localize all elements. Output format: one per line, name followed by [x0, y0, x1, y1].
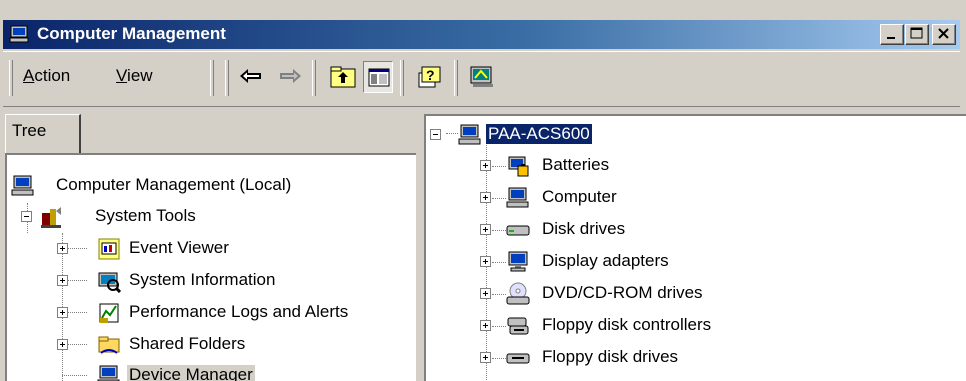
expand-icon[interactable]	[57, 339, 68, 350]
maximize-icon	[910, 27, 923, 39]
up-one-level-button[interactable]	[328, 61, 358, 93]
help-icon: ?	[418, 66, 441, 88]
tree-connector	[446, 133, 458, 135]
tree-connector	[67, 312, 87, 314]
tab-tree-label: Tree	[12, 121, 47, 140]
tree-node-label: System Tools	[95, 206, 196, 225]
expand-icon[interactable]	[57, 307, 68, 318]
menu-view-mnemonic: V	[116, 66, 128, 85]
performance-logs-icon	[97, 301, 121, 325]
computer-management-window: Computer Management Action View ? Tree C…	[0, 0, 966, 381]
device-manager-icon	[97, 364, 121, 381]
computer-icon	[458, 123, 482, 147]
tree-connector	[492, 166, 506, 168]
batteries-icon	[506, 154, 530, 178]
tree-connector	[492, 294, 506, 296]
back-arrow-icon	[240, 69, 261, 83]
menu-action[interactable]: Action	[23, 66, 70, 86]
tree-connector	[67, 248, 87, 250]
expand-icon[interactable]	[480, 224, 491, 235]
cdrom-icon	[506, 282, 530, 306]
console-tree-pane[interactable]: Computer Management (Local) System Tools…	[5, 153, 416, 381]
tree-node-label: Event Viewer	[129, 238, 229, 257]
toolbar-grip[interactable]	[210, 60, 214, 96]
floppy-controller-icon	[506, 314, 530, 338]
up-folder-icon	[330, 66, 356, 88]
menu-view[interactable]: View	[116, 66, 153, 86]
tree-node-label: Shared Folders	[129, 334, 246, 353]
computer-icon	[11, 174, 35, 198]
svg-text:?: ?	[426, 67, 435, 83]
computer-icon	[506, 186, 530, 210]
device-category-label: Disk drives	[542, 219, 626, 238]
device-category-label: Floppy disk drives	[542, 347, 679, 366]
expand-icon[interactable]	[57, 243, 68, 254]
device-category-label: Display adapters	[542, 251, 669, 270]
expand-icon[interactable]	[480, 288, 491, 299]
expand-icon[interactable]	[57, 275, 68, 286]
collapse-icon[interactable]	[430, 129, 441, 140]
maximize-button[interactable]	[905, 24, 929, 45]
minimize-icon	[887, 37, 895, 39]
tree-connector	[67, 280, 87, 282]
menu-action-label: ction	[34, 66, 71, 85]
menu-view-label: iew	[127, 66, 153, 85]
close-icon	[938, 28, 949, 39]
forward-button[interactable]	[275, 61, 305, 93]
tree-connector	[492, 262, 506, 264]
toolbar-separator	[400, 60, 404, 96]
tree-connector	[62, 375, 87, 377]
title-bar[interactable]: Computer Management	[3, 20, 960, 49]
device-manager-toolbar-button[interactable]	[467, 61, 497, 93]
event-viewer-icon	[97, 237, 121, 261]
expand-icon[interactable]	[480, 352, 491, 363]
device-tree-pane[interactable]: PAA-ACS600 Batteries Computer Disk drive…	[424, 114, 966, 381]
help-button[interactable]: ?	[415, 61, 445, 93]
minimize-button[interactable]	[880, 24, 904, 45]
device-root-label: PAA-ACS600	[485, 123, 593, 145]
toolbar-separator	[312, 60, 316, 96]
toolbar: Action View ?	[3, 51, 960, 107]
tree-node-label: Performance Logs and Alerts	[129, 302, 349, 321]
toolbar-separator	[454, 60, 458, 96]
tree-node-label: Device Manager	[127, 365, 255, 381]
display-adapter-icon	[506, 250, 530, 274]
tree-connector	[492, 358, 506, 360]
device-category-label: Batteries	[542, 155, 610, 174]
device-category-label: Floppy disk controllers	[542, 315, 712, 334]
device-manager-toolbar-icon	[470, 66, 493, 87]
show-hide-tree-button[interactable]	[363, 61, 393, 93]
tree-node-label: System Information	[129, 270, 276, 289]
collapse-icon[interactable]	[21, 211, 32, 222]
tree-connector	[492, 198, 506, 200]
system-information-icon	[97, 269, 122, 294]
tab-tree[interactable]: Tree	[5, 114, 81, 154]
device-category-label: Computer	[542, 187, 617, 206]
forward-arrow-icon	[280, 69, 301, 83]
tree-node-label: Computer Management (Local)	[56, 175, 292, 194]
system-tools-icon	[39, 205, 63, 229]
toolbar-grip[interactable]	[9, 60, 13, 96]
toolbar-separator	[225, 60, 229, 96]
expand-icon[interactable]	[480, 192, 491, 203]
close-button[interactable]	[932, 24, 956, 45]
tree-connector	[492, 326, 506, 328]
tree-connector	[492, 230, 506, 232]
show-hide-tree-icon	[368, 68, 390, 87]
tree-connector	[67, 344, 87, 346]
shared-folders-icon	[97, 333, 121, 357]
device-category-label: DVD/CD-ROM drives	[542, 283, 703, 302]
floppy-drive-icon	[506, 346, 530, 370]
window-title: Computer Management	[37, 24, 226, 43]
menu-action-mnemonic: A	[23, 66, 35, 85]
computer-management-app-icon	[9, 24, 29, 44]
disk-drive-icon	[506, 218, 530, 242]
back-button[interactable]	[236, 61, 266, 93]
expand-icon[interactable]	[480, 256, 491, 267]
expand-icon[interactable]	[480, 160, 491, 171]
expand-icon[interactable]	[480, 320, 491, 331]
